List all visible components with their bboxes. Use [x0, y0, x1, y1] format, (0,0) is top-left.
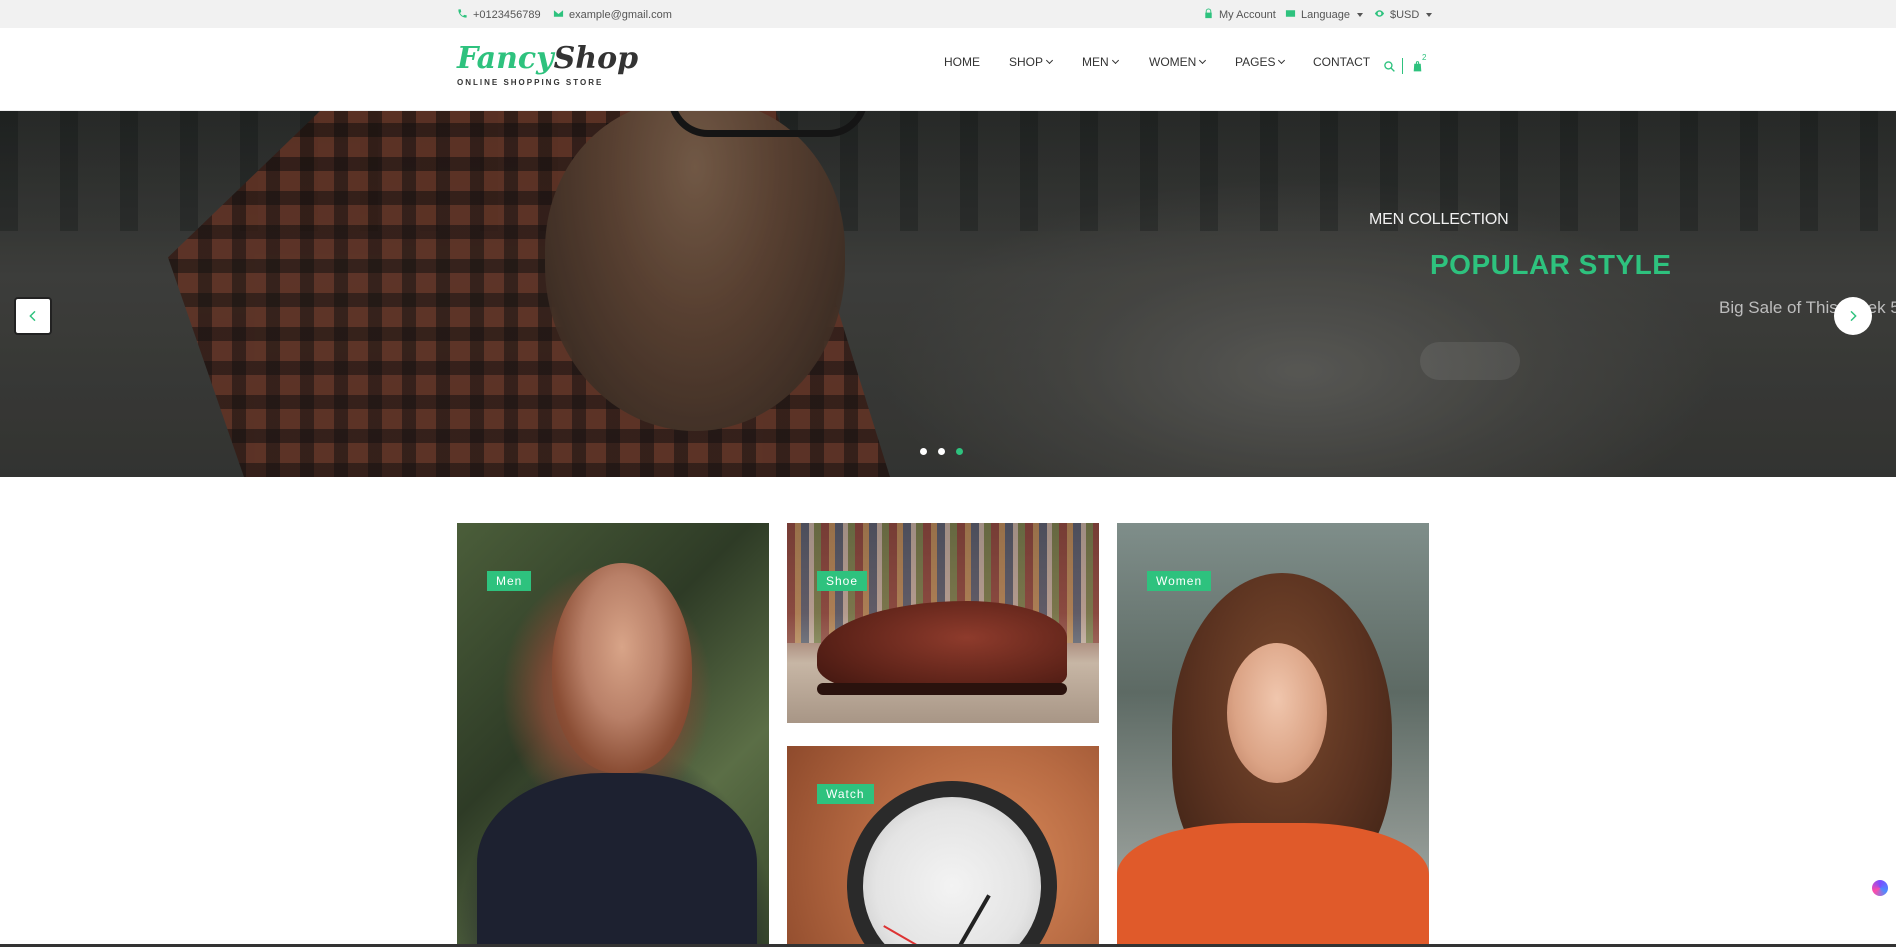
currency-selector[interactable]: $USD	[1374, 8, 1433, 22]
men-photo	[552, 563, 692, 773]
hero-subtitle: MEN COLLECTION	[1369, 211, 1509, 228]
language-label: Language	[1301, 9, 1350, 21]
hero-overlay	[0, 111, 1896, 477]
cart-button[interactable]: 2	[1411, 53, 1426, 73]
nav-divider	[1402, 58, 1403, 74]
chevron-down-icon	[1111, 56, 1119, 65]
search-icon	[1384, 61, 1395, 72]
caret-down-icon	[1426, 13, 1433, 17]
cart-count-badge: 2	[1422, 53, 1427, 62]
slider-prev-button[interactable]	[14, 297, 52, 335]
logo-word-shop: Shop	[553, 41, 639, 76]
nav-women[interactable]: WOMEN	[1149, 55, 1207, 69]
chevron-down-icon	[1045, 56, 1054, 65]
category-label-shoe[interactable]: Shoe	[817, 571, 868, 591]
nav-men-label: MEN	[1082, 55, 1109, 69]
chevron-left-icon	[29, 310, 36, 322]
nav-contact[interactable]: CONTACT	[1313, 55, 1370, 69]
chevron-down-icon	[1278, 56, 1286, 65]
header: FancyShop ONLINE SHOPPING STORE HOME SHO…	[0, 28, 1896, 111]
logo[interactable]: FancyShop ONLINE SHOPPING STORE	[457, 41, 638, 92]
nav-women-label: WOMEN	[1149, 55, 1197, 69]
email-contact[interactable]: example@gmail.com	[553, 8, 672, 22]
slider-dot-1[interactable]	[920, 448, 927, 455]
category-card-men[interactable]: Men	[457, 523, 769, 947]
slider-dot-2[interactable]	[938, 448, 945, 455]
nav-home-label: HOME	[944, 55, 980, 69]
phone-number: +0123456789	[473, 9, 541, 21]
shoe-photo-sole	[817, 683, 1067, 695]
category-label-watch[interactable]: Watch	[817, 784, 874, 804]
currency-label: $USD	[1390, 9, 1420, 21]
nav-men[interactable]: MEN	[1082, 55, 1119, 69]
category-card-shoe[interactable]: Shoe	[787, 523, 1099, 723]
logo-tagline: ONLINE SHOPPING STORE	[457, 78, 604, 87]
phone-icon	[457, 8, 468, 22]
watch-photo	[847, 781, 1057, 947]
nav-shop[interactable]: SHOP	[1009, 55, 1054, 69]
women-photo-coat	[1117, 823, 1429, 947]
chevron-down-icon	[1199, 56, 1207, 65]
category-label-men[interactable]: Men	[487, 571, 532, 591]
hero-cta-button[interactable]	[1420, 342, 1520, 380]
my-account-label: My Account	[1219, 9, 1276, 21]
lock-icon	[1203, 8, 1214, 22]
hero-title: POPULAR STYLE	[1430, 249, 1672, 280]
category-card-women[interactable]: Women	[1117, 523, 1429, 947]
category-card-watch[interactable]: Watch	[787, 746, 1099, 947]
language-icon	[1285, 8, 1296, 22]
men-photo-body	[477, 773, 757, 947]
nav-contact-label: CONTACT	[1313, 55, 1371, 69]
my-account-link[interactable]: My Account	[1203, 8, 1276, 22]
currency-icon	[1374, 8, 1385, 22]
hero-slider: MEN COLLECTION POPULAR STYLE Big Sale of…	[0, 111, 1896, 477]
slider-dot-3[interactable]	[956, 448, 963, 455]
phone-contact[interactable]: +0123456789	[457, 8, 541, 22]
category-label-women[interactable]: Women	[1147, 571, 1212, 591]
nav-home[interactable]: HOME	[944, 55, 980, 69]
search-button[interactable]	[1383, 60, 1396, 73]
caret-down-icon	[1356, 13, 1363, 17]
mail-icon	[553, 8, 564, 22]
top-bar: +0123456789 example@gmail.com My Account…	[0, 0, 1896, 28]
slider-next-button[interactable]	[1834, 297, 1872, 335]
women-photo	[1227, 643, 1327, 783]
extension-icon[interactable]	[1872, 880, 1888, 896]
slider-dots	[920, 448, 963, 455]
nav-pages[interactable]: PAGES	[1235, 55, 1286, 69]
chevron-right-icon	[1850, 310, 1857, 322]
email-address: example@gmail.com	[569, 9, 672, 21]
nav-shop-label: SHOP	[1009, 55, 1044, 69]
language-selector[interactable]: Language	[1285, 8, 1363, 22]
logo-word-fancy: Fancy	[457, 41, 554, 76]
nav-pages-label: PAGES	[1235, 55, 1276, 69]
